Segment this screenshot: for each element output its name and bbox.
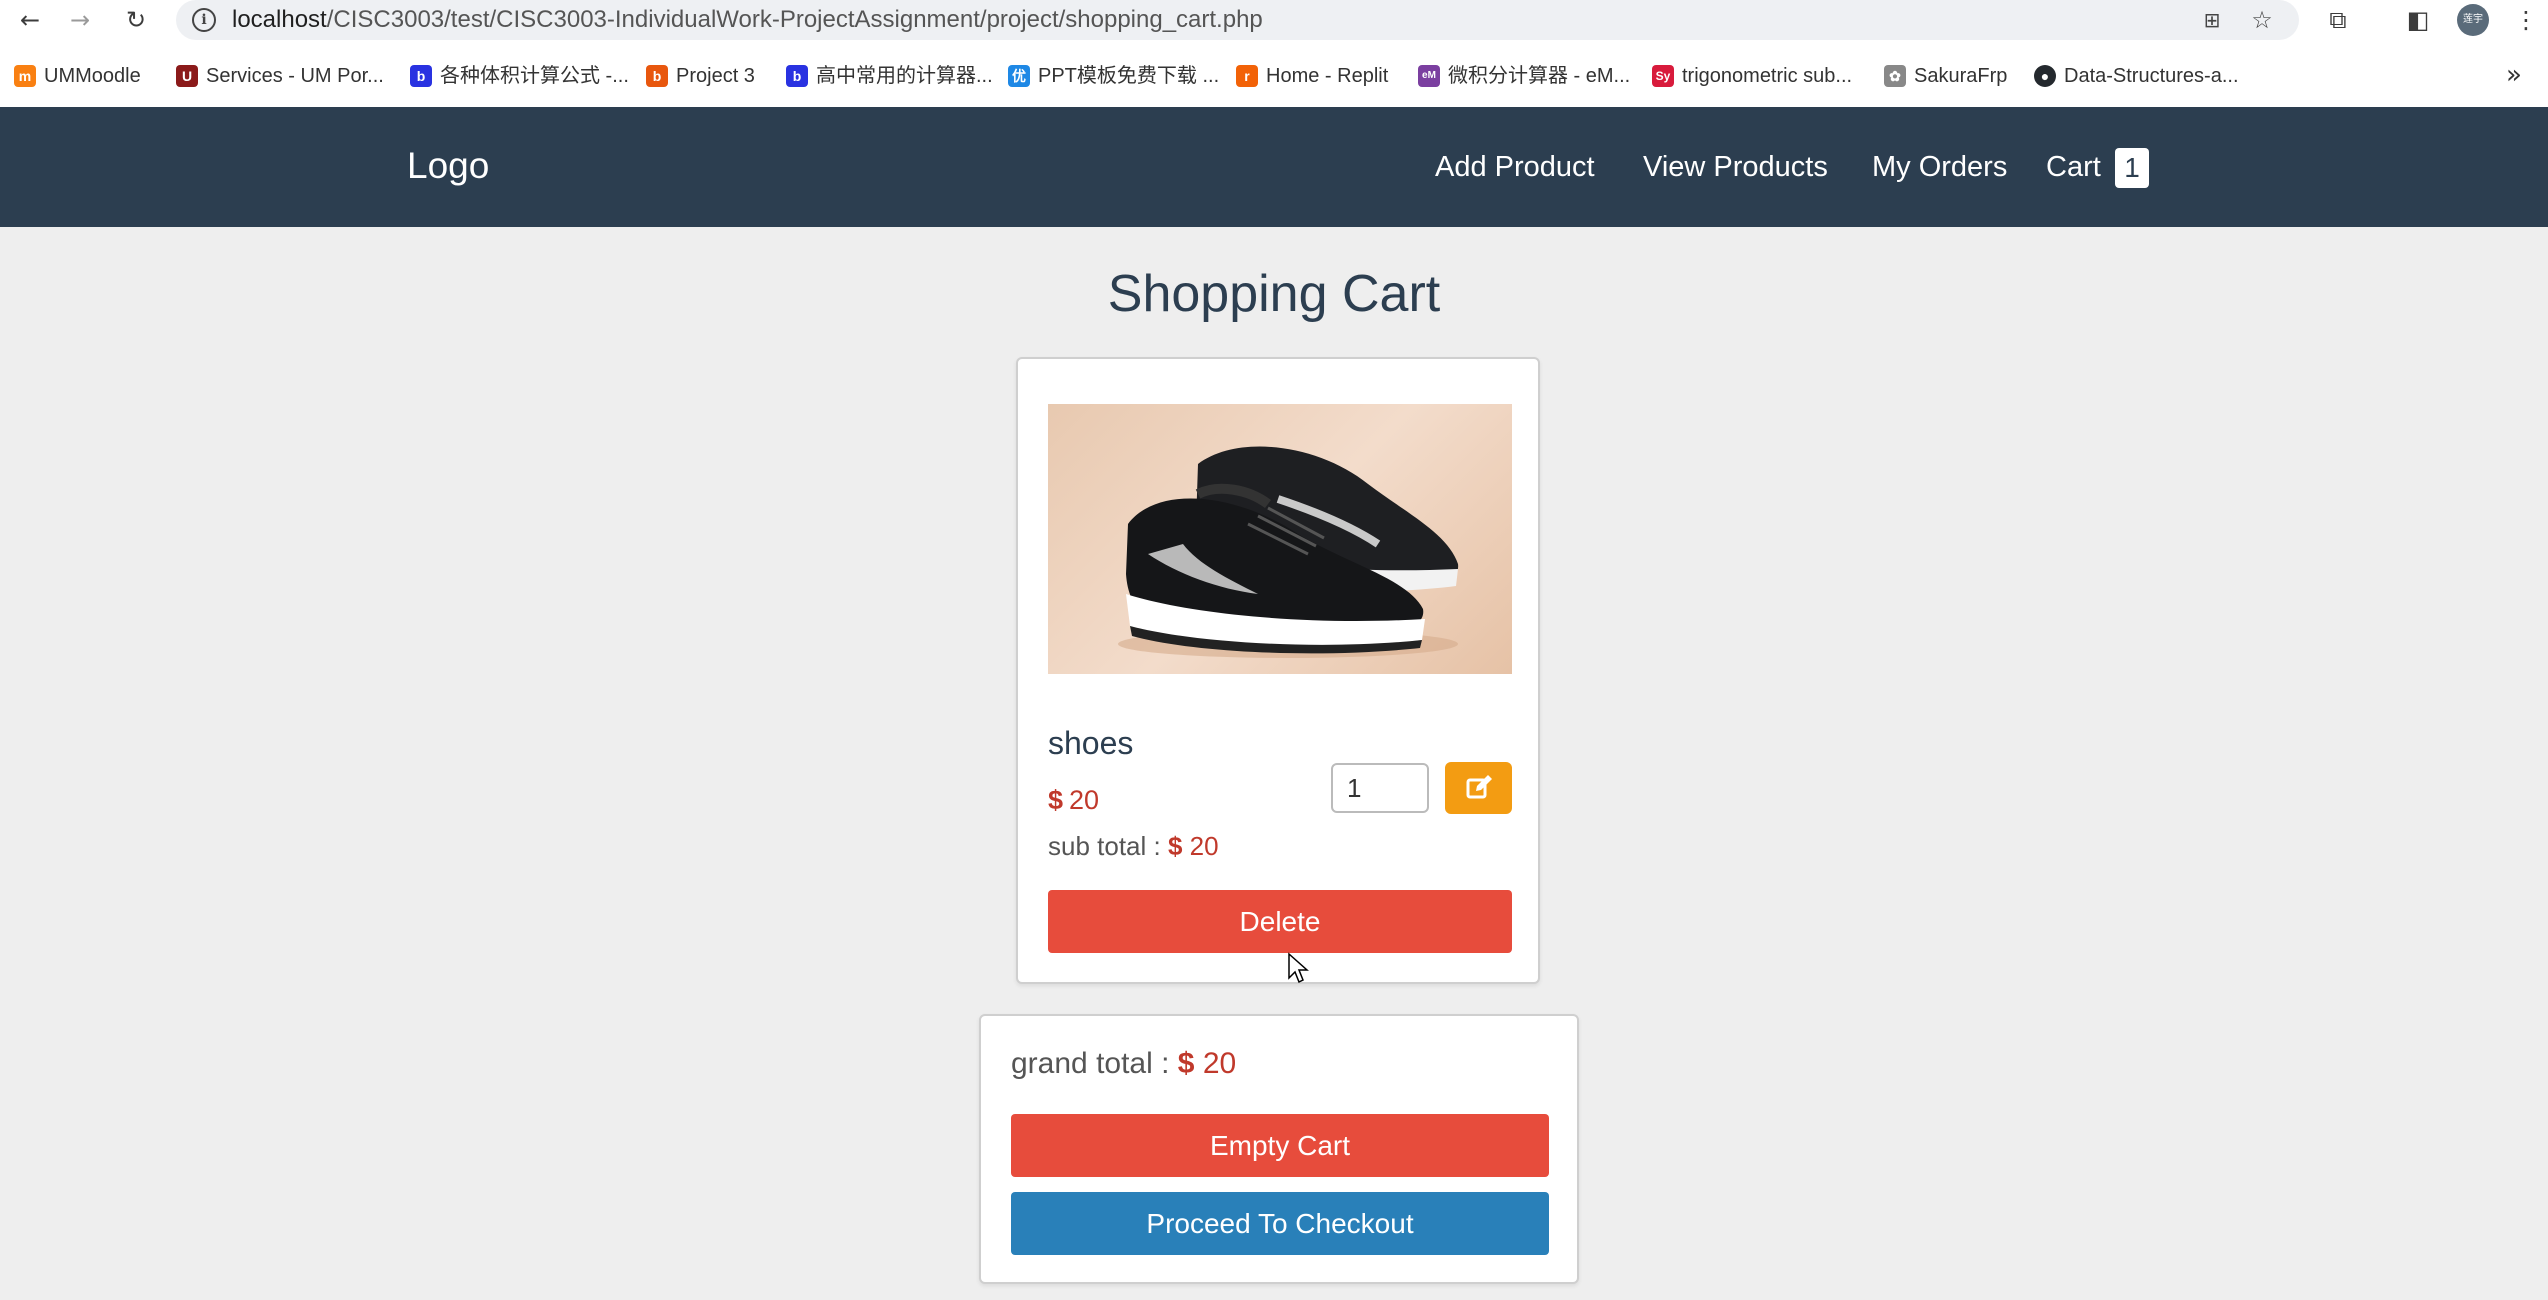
bookmark-item[interactable]: b 高中常用的计算器... — [786, 60, 993, 92]
currency-symbol: $ — [1048, 785, 1064, 815]
bookmark-item[interactable]: U Services - UM Por... — [176, 60, 384, 92]
bookmark-label: Services - UM Por... — [206, 65, 384, 87]
quantity-input[interactable] — [1331, 763, 1429, 813]
grand-total: grand total : $ 20 — [1011, 1044, 1236, 1084]
bookmark-label: 各种体积计算公式 -... — [440, 65, 629, 87]
grand-total-value: 20 — [1202, 1047, 1237, 1080]
grand-total-label: grand total : — [1011, 1047, 1170, 1080]
bookmark-item[interactable]: b 各种体积计算公式 -... — [410, 60, 629, 92]
bookmarks-bar: m UMMoodle U Services - UM Por... b 各种体积计算公… — [0, 56, 2548, 96]
bookmark-label: SakuraFrp — [1914, 65, 2008, 87]
subtotal: sub total : $ 20 — [1048, 829, 1219, 863]
bookmark-star-icon[interactable]: ☆ — [2246, 4, 2278, 36]
bookmark-label: UMMoodle — [44, 65, 141, 87]
delete-button[interactable]: Delete — [1048, 890, 1512, 953]
replit-icon: r — [1236, 65, 1258, 87]
forward-arrow-icon[interactable]: → — [64, 4, 96, 36]
site-logo[interactable]: Logo — [407, 141, 489, 191]
reload-icon[interactable]: ↻ — [120, 4, 152, 36]
moodle-icon: m — [14, 65, 36, 87]
bookmark-item[interactable]: eM 微积分计算器 - eM... — [1418, 60, 1630, 92]
github-icon: ● — [2034, 65, 2056, 87]
bookmark-label: 高中常用的计算器... — [816, 65, 993, 87]
update-quantity-button[interactable] — [1445, 762, 1512, 814]
page-title: Shopping Cart — [1107, 265, 1441, 323]
empty-cart-button[interactable]: Empty Cart — [1011, 1114, 1549, 1177]
back-arrow-icon[interactable]: ← — [14, 4, 46, 36]
bookmark-item[interactable]: Sy trigonometric sub... — [1652, 60, 1852, 92]
product-price: $20 — [1048, 783, 1099, 817]
bookmark-label: Data-Structures-a... — [2064, 65, 2239, 87]
profile-avatar[interactable]: 莲宇 — [2457, 4, 2489, 36]
baidu-icon: b — [410, 65, 432, 87]
app-header: Logo Add Product View Products My Orders… — [0, 107, 2548, 227]
bookmark-item[interactable]: m UMMoodle — [14, 60, 141, 92]
bookmark-item[interactable]: 优 PPT模板免费下载 ... — [1008, 60, 1219, 92]
ppt-icon: 优 — [1008, 65, 1030, 87]
menu-kebab-icon[interactable]: ⋮ — [2510, 4, 2542, 36]
cart-count-badge[interactable]: 1 — [2115, 148, 2149, 188]
bookmark-item[interactable]: ● Data-Structures-a... — [2034, 60, 2239, 92]
currency-symbol: $ — [1177, 1047, 1195, 1080]
bookmark-label: 微积分计算器 - eM... — [1448, 65, 1631, 87]
subtotal-value: 20 — [1189, 831, 1219, 861]
translate-icon[interactable]: ⊞ — [2196, 4, 2228, 36]
nav-cart[interactable]: Cart — [2046, 149, 2101, 185]
cart-totals-card: grand total : $ 20 Empty Cart Proceed To… — [979, 1014, 1579, 1284]
bookmark-item[interactable]: r Home - Replit — [1236, 60, 1388, 92]
extensions-icon[interactable]: ⧉ — [2322, 4, 2354, 36]
url-text[interactable]: localhost/CISC3003/test/CISC3003-Individ… — [232, 4, 1263, 36]
nav-my-orders[interactable]: My Orders — [1872, 149, 2007, 185]
price-value: 20 — [1069, 785, 1100, 815]
checkout-button[interactable]: Proceed To Checkout — [1011, 1192, 1549, 1255]
product-image — [1048, 404, 1512, 674]
shoe-illustration — [1118, 446, 1459, 658]
url-host: localhost — [232, 6, 327, 33]
address-bar-row: ← → ↻ i localhost/CISC3003/test/CISC3003… — [0, 0, 2548, 40]
bookmark-item[interactable]: ✿ SakuraFrp — [1884, 60, 2007, 92]
bookmark-label: trigonometric sub... — [1682, 65, 1853, 87]
bookmark-item[interactable]: b Project 3 — [646, 60, 755, 92]
subtotal-label: sub total : — [1048, 831, 1161, 861]
um-icon: U — [176, 65, 198, 87]
bell-icon: b — [646, 65, 668, 87]
bookmark-label: Project 3 — [676, 65, 755, 87]
product-name: shoes — [1048, 725, 1134, 761]
url-path: /CISC3003/test/CISC3003-IndividualWork-P… — [326, 6, 1263, 33]
mouse-cursor-icon — [1288, 952, 1309, 984]
side-panel-icon[interactable]: ◧ — [2402, 4, 2434, 36]
baidu-icon: b — [786, 65, 808, 87]
sakura-icon: ✿ — [1884, 65, 1906, 87]
address-bar[interactable]: i localhost/CISC3003/test/CISC3003-Indiv… — [176, 0, 2299, 40]
bookmarks-overflow-icon[interactable]: » — [2498, 60, 2530, 92]
nav-view-products[interactable]: View Products — [1643, 149, 1828, 185]
edit-icon — [1466, 775, 1492, 799]
nav-add-product[interactable]: Add Product — [1435, 149, 1595, 185]
symbolab-icon: Sy — [1652, 65, 1674, 87]
emath-icon: eM — [1418, 65, 1440, 87]
site-info-icon[interactable]: i — [192, 8, 216, 32]
cart-item-card: shoes $20 sub total : $ 20 Delete — [1016, 357, 1540, 984]
currency-symbol: $ — [1167, 831, 1183, 861]
bookmark-label: Home - Replit — [1266, 65, 1389, 87]
bookmark-label: PPT模板免费下载 ... — [1038, 65, 1220, 87]
browser-chrome: ← → ↻ i localhost/CISC3003/test/CISC3003… — [0, 0, 2548, 107]
